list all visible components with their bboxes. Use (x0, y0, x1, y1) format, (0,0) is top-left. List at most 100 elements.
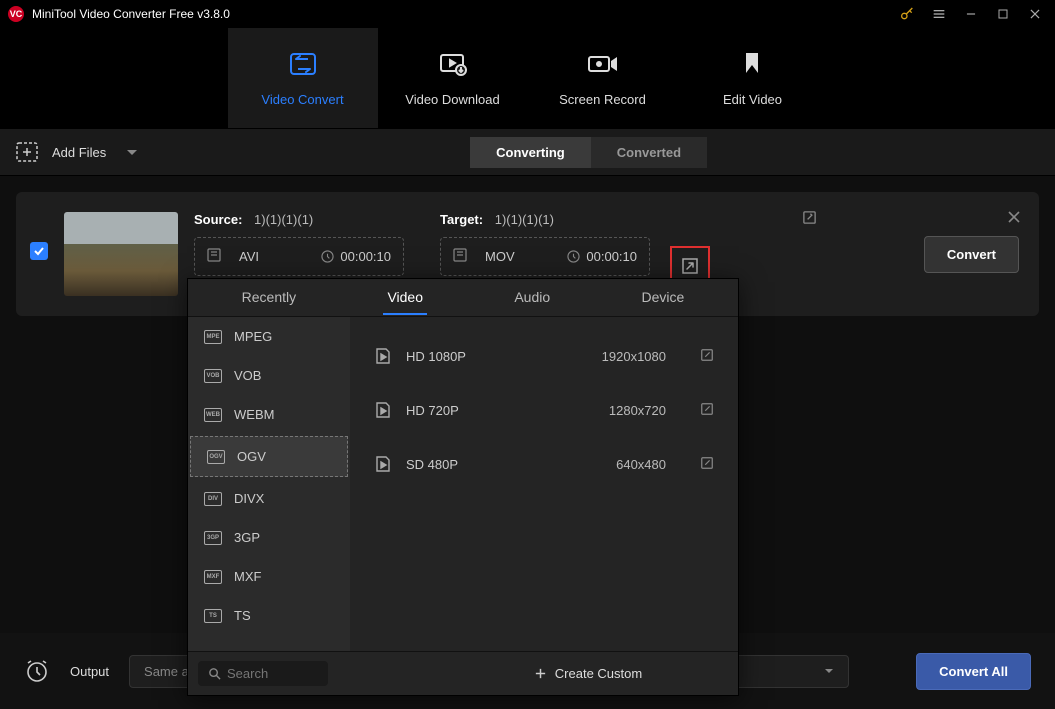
target-duration: 00:00:10 (586, 249, 637, 264)
clock-output-icon[interactable] (24, 657, 50, 686)
search-input[interactable] (227, 666, 307, 681)
tab-screen-record[interactable]: Screen Record (528, 28, 678, 128)
preset-name: SD 480P (406, 457, 458, 472)
remove-file-icon[interactable] (1007, 210, 1021, 227)
preset-edit-icon[interactable] (700, 348, 714, 365)
source-duration: 00:00:10 (340, 249, 391, 264)
popup-tab-audio[interactable]: Audio (510, 281, 554, 315)
format-popup: Recently Video Audio Device MPEMPEGVOBVO… (187, 278, 739, 696)
preset-resolution: 1280x720 (609, 403, 666, 418)
file-type-icon: MPE (204, 330, 222, 344)
format-label: DIVX (234, 491, 264, 506)
menu-icon[interactable] (927, 2, 951, 26)
format-icon (453, 248, 467, 265)
source-filename: 1)(1)(1)(1) (254, 212, 313, 227)
source-info-box: AVI 00:00:10 (194, 237, 404, 276)
plus-icon (534, 667, 547, 680)
file-checkbox[interactable] (30, 242, 48, 260)
format-item-ts[interactable]: TS TS (188, 596, 350, 635)
preset-name: HD 1080P (406, 349, 466, 364)
format-item-webm[interactable]: WEB WEBM (188, 395, 350, 434)
format-label: OGV (237, 449, 266, 464)
preset-name: HD 720P (406, 403, 459, 418)
video-file-icon (374, 347, 392, 365)
add-files-label: Add Files (52, 145, 106, 160)
video-file-icon (374, 455, 392, 473)
preset-edit-icon[interactable] (700, 402, 714, 419)
format-item-mpeg[interactable]: MPEMPEG (188, 317, 350, 356)
edit-target-icon[interactable] (802, 210, 817, 228)
maximize-button[interactable] (991, 2, 1015, 26)
source-format: AVI (239, 249, 259, 264)
tab-converted[interactable]: Converted (591, 137, 707, 168)
add-file-icon (16, 142, 38, 162)
clock-icon (567, 250, 580, 263)
popup-tab-recently[interactable]: Recently (238, 281, 300, 315)
format-label: TS (234, 608, 251, 623)
target-filename: 1)(1)(1)(1) (495, 212, 554, 227)
file-type-icon: TS (204, 609, 222, 623)
search-icon (208, 667, 221, 680)
convert-icon (288, 50, 318, 78)
minimize-button[interactable] (959, 2, 983, 26)
file-type-icon: WEB (204, 408, 222, 422)
popup-tabs: Recently Video Audio Device (188, 279, 738, 317)
preset-resolution: 1920x1080 (602, 349, 666, 364)
target-info-box: MOV 00:00:10 (440, 237, 650, 276)
preset-edit-icon[interactable] (700, 456, 714, 473)
popup-tab-video[interactable]: Video (383, 281, 427, 315)
source-label: Source: (194, 212, 242, 227)
target-col: Target: 1)(1)(1)(1) MOV 00:00:10 (440, 212, 650, 276)
video-file-icon (374, 401, 392, 419)
toolbar: Add Files Converting Converted (0, 128, 1055, 176)
tab-label: Video Download (405, 92, 499, 107)
file-type-icon: VOB (204, 369, 222, 383)
file-type-icon: MXF (204, 570, 222, 584)
tab-video-download[interactable]: Video Download (378, 28, 528, 128)
tab-edit-video[interactable]: Edit Video (678, 28, 828, 128)
target-format: MOV (485, 249, 515, 264)
tab-label: Edit Video (723, 92, 782, 107)
format-item-3gp[interactable]: 3GP 3GP (188, 518, 350, 557)
tab-converting[interactable]: Converting (470, 137, 591, 168)
license-key-icon[interactable] (895, 2, 919, 26)
output-label: Output (70, 664, 109, 679)
chevron-down-icon (824, 668, 834, 675)
download-icon (438, 50, 468, 78)
create-custom-button[interactable]: Create Custom (534, 666, 642, 681)
tab-label: Screen Record (559, 92, 646, 107)
titlebar: VC MiniTool Video Converter Free v3.8.0 (0, 0, 1055, 28)
file-thumbnail[interactable] (64, 212, 178, 296)
file-type-icon: OGV (207, 450, 225, 464)
chevron-down-icon[interactable] (126, 145, 138, 160)
close-button[interactable] (1023, 2, 1047, 26)
preset-row[interactable]: SD 480P 640x480 (358, 437, 730, 491)
format-search[interactable] (198, 661, 328, 686)
clock-icon (321, 250, 334, 263)
format-item-vob[interactable]: VOB VOB (188, 356, 350, 395)
preset-list: HD 1080P 1920x1080 HD 720P 1280x720 SD 480P 6… (350, 317, 738, 651)
edit-icon (741, 50, 765, 78)
preset-resolution: 640x480 (616, 457, 666, 472)
format-list[interactable]: MPEMPEG VOB VOB WEB WEBM OGV OGV DIV DIVX 3GP 3GP M… (188, 317, 350, 651)
format-item-ogv[interactable]: OGV OGV (190, 436, 348, 477)
format-label: WEBM (234, 407, 274, 422)
record-icon (587, 50, 619, 78)
preset-row[interactable]: HD 720P 1280x720 (358, 383, 730, 437)
format-label: 3GP (234, 530, 260, 545)
format-label: VOB (234, 368, 261, 383)
format-item-mxf[interactable]: MXF MXF (188, 557, 350, 596)
popup-tab-device[interactable]: Device (637, 281, 688, 315)
file-type-icon: DIV (204, 492, 222, 506)
tab-video-convert[interactable]: Video Convert (228, 28, 378, 128)
main-nav-tabs: Video Convert Video Download Screen Reco… (0, 28, 1055, 128)
add-files-button[interactable]: Add Files (16, 142, 138, 162)
file-type-icon: 3GP (204, 531, 222, 545)
tab-label: Video Convert (261, 92, 343, 107)
convert-button[interactable]: Convert (924, 236, 1019, 273)
app-title: MiniTool Video Converter Free v3.8.0 (32, 7, 230, 21)
format-label: MXF (234, 569, 261, 584)
format-item-divx[interactable]: DIV DIVX (188, 479, 350, 518)
convert-all-button[interactable]: Convert All (916, 653, 1031, 690)
preset-row[interactable]: HD 1080P 1920x1080 (358, 329, 730, 383)
